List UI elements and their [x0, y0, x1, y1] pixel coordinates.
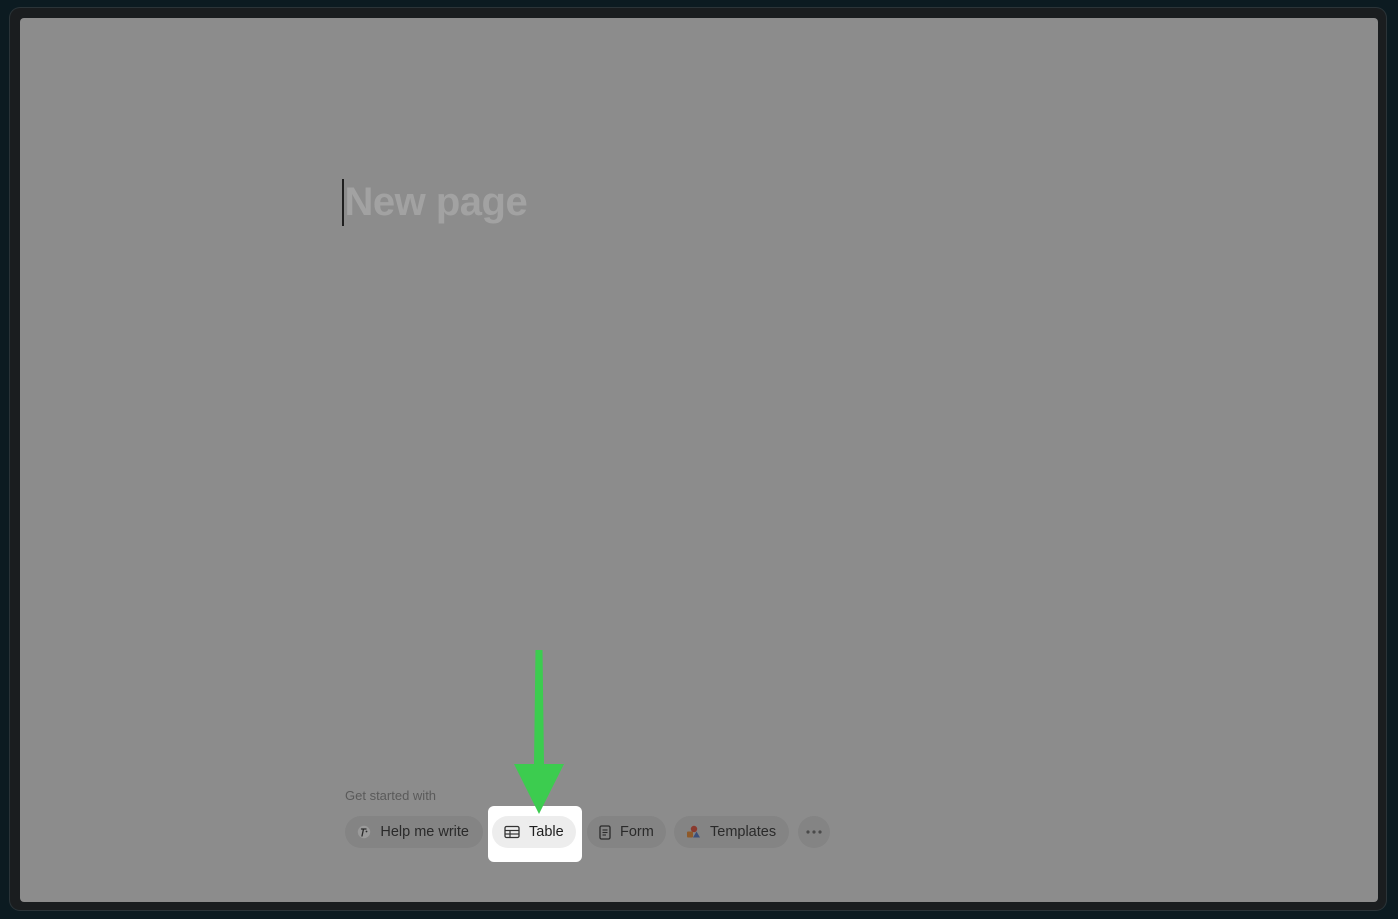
table-button[interactable]: Table [492, 816, 576, 848]
form-button[interactable]: Form [587, 816, 666, 848]
form-icon [599, 824, 611, 840]
help-me-write-button[interactable]: Help me write [345, 816, 483, 848]
title-field[interactable]: New page [342, 178, 528, 226]
text-caret [342, 178, 344, 226]
table-label: Table [529, 824, 564, 840]
page-title-placeholder[interactable]: New page [345, 178, 528, 226]
more-dots-icon [806, 830, 822, 834]
table-icon [504, 824, 520, 840]
annotation-arrow-icon [514, 650, 564, 814]
more-options-button[interactable] [798, 816, 830, 848]
templates-button[interactable]: Templates [674, 816, 789, 848]
help-me-write-label: Help me write [380, 824, 469, 840]
form-label: Form [620, 824, 654, 840]
get-started-label: Get started with [345, 788, 437, 803]
ai-pen-icon [357, 824, 371, 840]
page-canvas[interactable] [20, 18, 1378, 902]
templates-label: Templates [710, 824, 777, 840]
templates-icon [686, 824, 701, 840]
